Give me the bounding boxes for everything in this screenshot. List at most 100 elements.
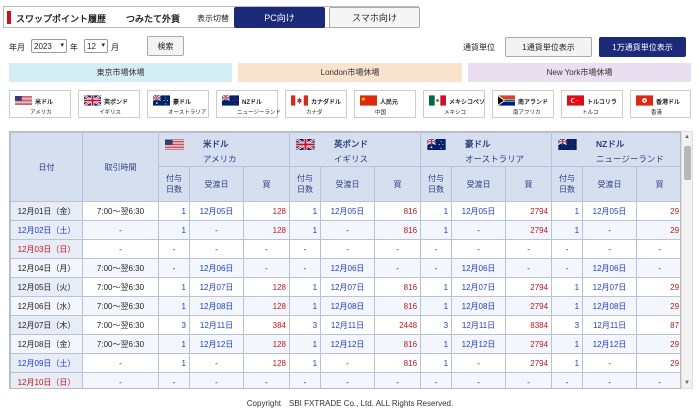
currency-country: 中国 [375, 110, 387, 116]
currency-button-mxn[interactable]: メキシコペソ メキシコ [423, 90, 485, 118]
cell-delivery: - [189, 372, 244, 388]
col-header-delivery: 受渡日 [320, 166, 376, 202]
cell-time: 7:00～翌6:30 [82, 315, 159, 335]
swap-history-table: 日付 取引時間 米ドル アメリカ 英ポンド イギリス 豪ドル オーストラリア N… [9, 131, 681, 389]
pc-view-button[interactable]: PC向け [234, 7, 325, 28]
cell-delivery: 12月05日 [582, 201, 638, 221]
newyork-holiday-legend: New York市場休場 [468, 63, 691, 82]
header-accent-bar [7, 11, 11, 24]
table-scrollbar[interactable]: ▲ ▼ [681, 131, 693, 389]
cell-buy: - [242, 239, 291, 259]
col-header-buy: 買 [505, 166, 553, 202]
currency-button-cny[interactable]: 人民元 中国 [354, 90, 416, 118]
cell-days: 1 [420, 220, 453, 240]
cell-delivery: - [451, 220, 507, 240]
cell-days: 3 [420, 315, 453, 335]
scroll-down-icon[interactable]: ▼ [684, 380, 690, 386]
currency-button-try[interactable]: トルコリラ トルコ [561, 90, 623, 118]
cell-days: 1 [551, 277, 584, 297]
currency-name: NZドル [242, 100, 262, 106]
currency-country: オーストラリア [168, 110, 207, 116]
cell-delivery: - [189, 220, 244, 240]
scrollbar-thumb[interactable] [684, 146, 691, 180]
cell-days: 1 [158, 201, 190, 221]
cell-days: 1 [420, 353, 453, 373]
cell-days: - [158, 258, 190, 278]
chevron-down-icon: ▾ [60, 42, 64, 49]
search-button[interactable]: 検索 [147, 36, 184, 56]
cell-delivery: 12月07日 [189, 277, 244, 297]
cell-days: - [158, 239, 190, 259]
currency-button-usd[interactable]: 米ドル アメリカ [9, 90, 71, 118]
cell-date: 12月05日（火） [10, 277, 83, 297]
group-header-gbp: 英ポンド イギリス [289, 132, 422, 167]
currency-button-gbp[interactable]: 英ポンド イギリス [78, 90, 140, 118]
cell-delivery: - [320, 353, 376, 373]
mx-flag-icon [429, 95, 446, 106]
month-select[interactable]: 12 ▾ [84, 39, 108, 53]
cell-delivery: 12月07日 [451, 277, 507, 297]
cell-date: 12月03日（日） [10, 239, 83, 259]
currency-button-aud[interactable]: 豪ドル オーストラリア [147, 90, 209, 118]
currency-name: 英ポンド [104, 100, 129, 106]
unit-1-button[interactable]: 1通貨単位表示 [505, 37, 592, 57]
currency-name: 南アランド [518, 100, 549, 106]
cell-delivery: - [320, 372, 376, 388]
group-header-aud: 豪ドル オーストラリア [420, 132, 553, 167]
cell-date: 12月06日（水） [10, 296, 83, 316]
cell-days: - [289, 372, 322, 388]
table-row: 12月08日（金） 7:00～翌6:30 1 12月12日 128 1 12月12日 816 1… [10, 334, 680, 354]
table-row: 12月10日（日） - - - - - - - - - - - - - [10, 372, 680, 388]
scroll-up-icon[interactable]: ▲ [684, 134, 690, 140]
cell-buy: 29 [636, 296, 680, 316]
cell-days: - [289, 239, 322, 259]
cell-buy: 128 [242, 277, 291, 297]
cell-buy: - [636, 239, 680, 259]
cell-delivery: 12月06日 [320, 258, 376, 278]
cell-buy: 128 [242, 334, 291, 354]
table-row: 12月06日（水） 7:00～翌6:30 1 12月08日 128 1 12月08日 816 1… [10, 296, 680, 316]
cell-delivery: 12月06日 [451, 258, 507, 278]
group-country: アメリカ [203, 154, 237, 164]
cell-buy: 816 [374, 353, 422, 373]
cell-buy: - [242, 258, 291, 278]
cell-days: 1 [289, 201, 322, 221]
cell-days: 1 [551, 201, 584, 221]
cell-buy: 8384 [505, 315, 553, 335]
cell-buy: 2794 [505, 353, 553, 373]
table-row: 12月07日（木） 7:00～翌6:30 3 12月11日 384 3 12月11日 2448… [10, 315, 680, 335]
chevron-down-icon: ▾ [101, 42, 105, 49]
currency-button-nzd[interactable]: NZドル ニュージーランド [216, 90, 281, 118]
cell-days: 1 [289, 334, 322, 354]
cell-days: 1 [551, 353, 584, 373]
currency-name: メキシコペソ [449, 100, 486, 106]
cell-date: 12月09日（土） [10, 353, 83, 373]
cell-buy: 816 [374, 220, 422, 240]
cell-days: - [420, 372, 453, 388]
currency-button-cad[interactable]: カナダドル カナダ [285, 90, 347, 118]
unit-10000-button[interactable]: 1万通貨単位表示 [599, 37, 686, 57]
cell-buy: 2448 [374, 315, 422, 335]
cell-delivery: 12月11日 [582, 315, 638, 335]
year-select[interactable]: 2023 ▾ [31, 39, 67, 53]
cell-days: - [289, 258, 322, 278]
currency-country: 南アフリカ [513, 110, 541, 116]
cell-days: - [551, 258, 584, 278]
cell-days: 1 [289, 353, 322, 373]
au-flag-icon [153, 95, 170, 106]
currency-button-zar[interactable]: 南アランド 南アフリカ [492, 90, 554, 118]
au-flag-icon [427, 139, 446, 150]
currency-button-hkd[interactable]: 香港ドル 香港 [630, 90, 691, 118]
cell-buy: - [374, 258, 422, 278]
cell-buy: - [505, 372, 553, 388]
smartphone-view-button[interactable]: スマホ向け [329, 7, 420, 28]
group-country: ニュージーランド [596, 154, 664, 164]
cell-days: 1 [289, 296, 322, 316]
cell-time: - [82, 239, 159, 259]
cell-days: 1 [158, 296, 190, 316]
cell-delivery: - [451, 239, 507, 259]
col-header-days: 付与 日数 [289, 166, 322, 202]
cell-days: 1 [420, 201, 453, 221]
cell-buy: 816 [374, 334, 422, 354]
cell-delivery: - [582, 372, 638, 388]
